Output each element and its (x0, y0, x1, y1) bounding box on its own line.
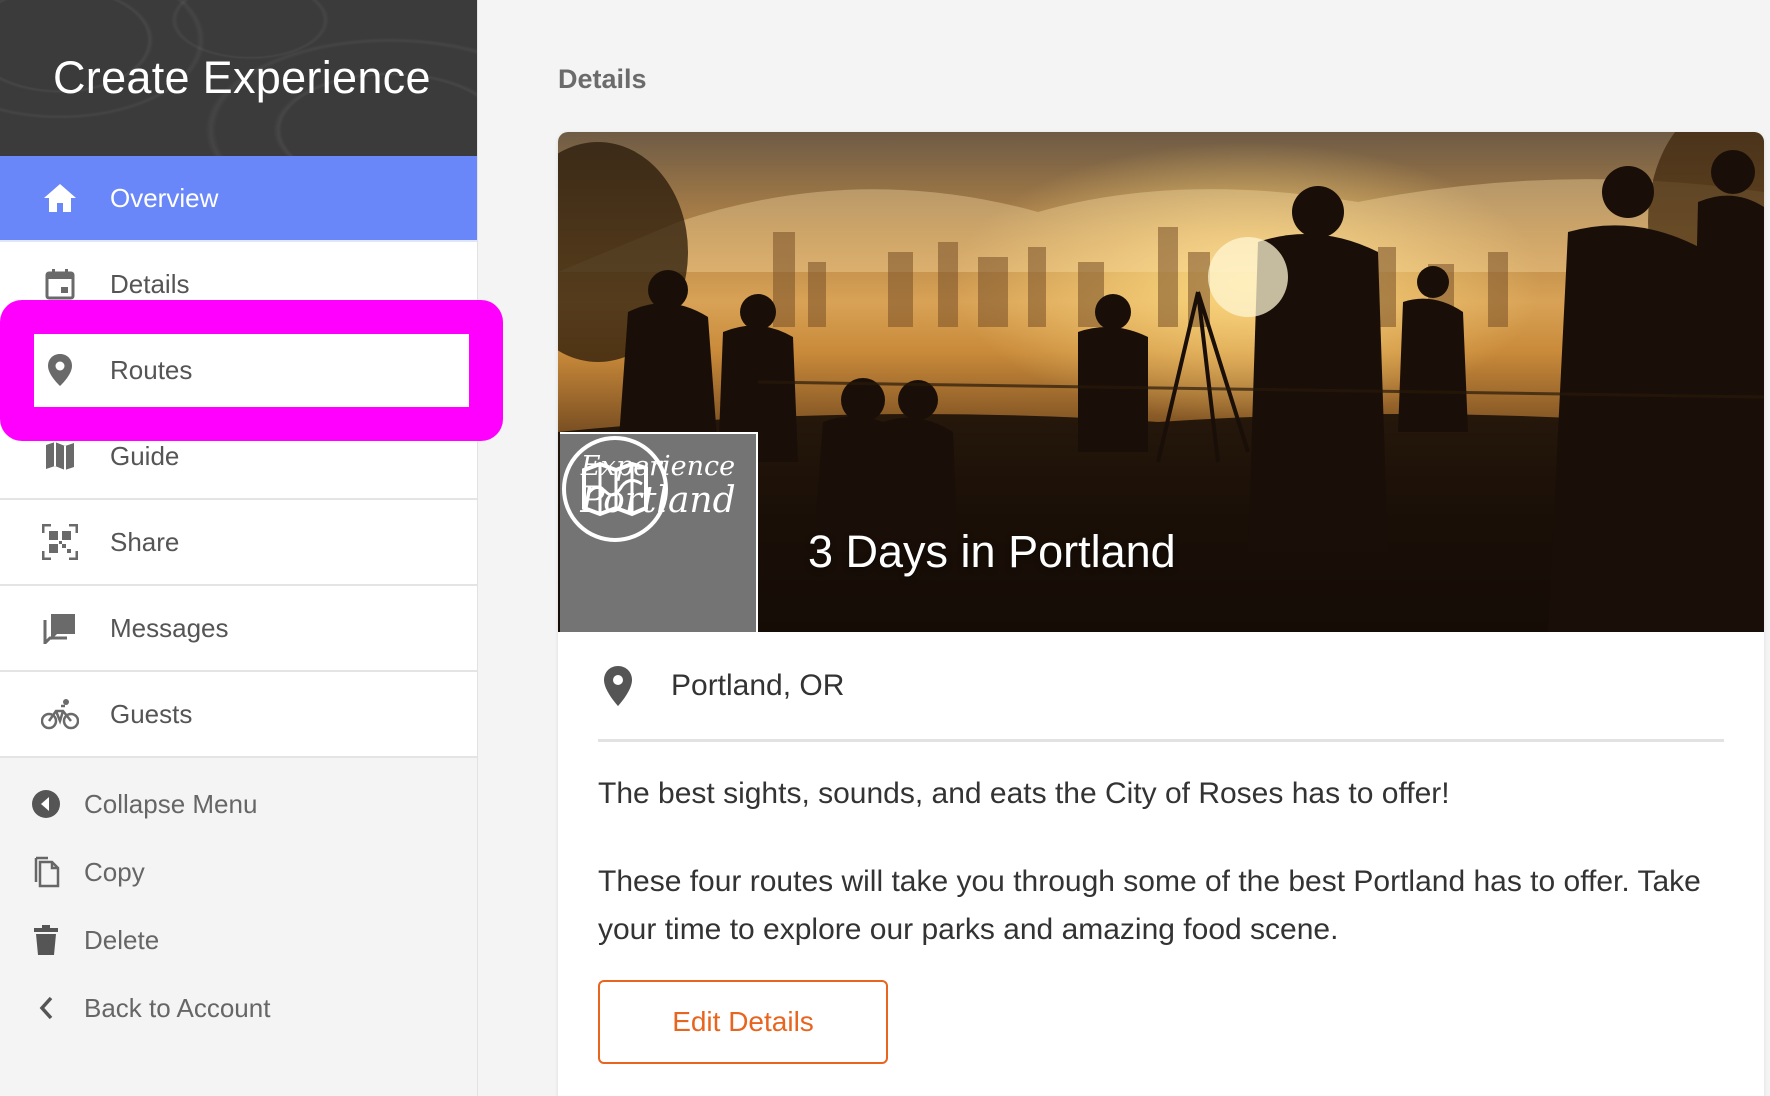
chevron-left-icon (28, 990, 64, 1026)
experience-logo: Experience Portland (560, 432, 758, 632)
sidebar-secondary-actions: Collapse Menu Copy Delete Back to Accoun… (0, 758, 477, 1042)
back-to-account-button[interactable]: Back to Account (0, 974, 477, 1042)
hero-image: Experience Portland 3 Days in Portland (558, 132, 1764, 632)
sidebar-item-label: Messages (110, 612, 229, 643)
sidebar-item-guide[interactable]: Guide (0, 414, 477, 500)
chat-icon (40, 608, 80, 648)
sidebar-item-messages[interactable]: Messages (0, 586, 477, 672)
description-paragraph: The best sights, sounds, and eats the Ci… (598, 777, 1450, 810)
sidebar-item-label: Overview (110, 182, 219, 213)
sidebar-item-share[interactable]: Share (0, 500, 477, 586)
sidebar-title: Create Experience (53, 52, 431, 103)
location-pin-icon (598, 665, 638, 707)
map-pin-icon (40, 350, 80, 390)
back-to-account-label: Back to Account (84, 992, 271, 1023)
experience-description: The best sights, sounds, and eats the Ci… (598, 770, 1724, 954)
sidebar-item-label: Share (110, 526, 180, 557)
edit-details-button[interactable]: Edit Details (598, 980, 888, 1064)
collapse-menu-button[interactable]: Collapse Menu (0, 770, 477, 838)
description-paragraph: These four routes will take you through … (598, 865, 1701, 946)
delete-label: Delete (84, 924, 160, 955)
copy-icon (28, 854, 64, 890)
sidebar-header: Create Experience (0, 0, 477, 156)
sidebar-nav: Overview Details Routes Guide Share Mess… (0, 156, 477, 758)
sidebar-item-label: Details (110, 268, 190, 299)
bicycle-icon (40, 694, 80, 734)
sidebar-item-label: Guests (110, 698, 193, 729)
copy-button[interactable]: Copy (0, 838, 477, 906)
sidebar-item-details[interactable]: Details (0, 242, 477, 328)
sidebar-item-label: Guide (110, 440, 180, 471)
qr-code-icon (40, 522, 80, 562)
sidebar-item-label: Routes (110, 354, 193, 385)
location-row: Portland, OR (598, 632, 1724, 742)
sidebar-item-routes[interactable]: Routes (0, 328, 477, 414)
calendar-icon (40, 264, 80, 304)
map-icon (40, 436, 80, 476)
sidebar: Create Experience Overview Details Route… (0, 0, 503, 1096)
sidebar-item-overview[interactable]: Overview (0, 156, 477, 242)
collapse-menu-label: Collapse Menu (84, 788, 258, 819)
collapse-left-icon (28, 786, 64, 822)
experience-card: Experience Portland 3 Days in Portland P… (558, 132, 1764, 1096)
copy-label: Copy (84, 856, 145, 887)
delete-button[interactable]: Delete (0, 906, 477, 974)
main-content: Details Experience Portland 3 Days in Po… (478, 0, 1770, 1096)
home-icon (40, 178, 80, 218)
trash-icon (28, 922, 64, 958)
page-title: Details (558, 64, 647, 94)
experience-title: 3 Days in Portland (808, 526, 1176, 577)
location-text: Portland, OR (671, 668, 845, 702)
sidebar-item-guests[interactable]: Guests (0, 672, 477, 758)
